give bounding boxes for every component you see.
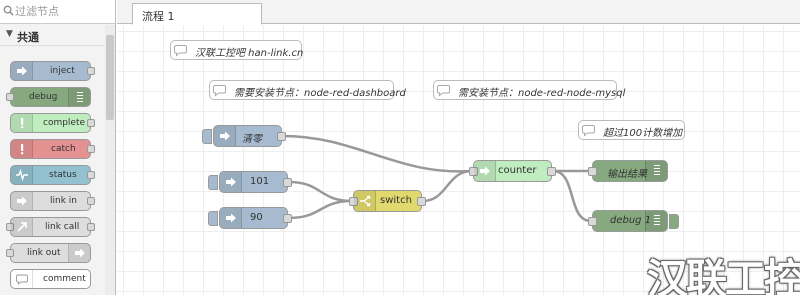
palette-node-label: link out — [27, 248, 61, 258]
inject-node-101[interactable]: 101 — [208, 171, 292, 193]
input-port[interactable] — [6, 249, 14, 257]
palette-node-status[interactable]: status — [10, 165, 95, 185]
comment-node[interactable]: 需安装节点：node-red-node-mysql — [433, 80, 625, 100]
debug-bars-icon — [645, 211, 667, 231]
palette-search-input[interactable] — [15, 3, 110, 20]
comment-icon — [437, 85, 450, 97]
palette-node-label: comment — [43, 274, 86, 284]
switch-node[interactable]: switch — [349, 190, 426, 212]
palette-node-catch[interactable]: catch — [10, 139, 95, 159]
input-port[interactable] — [588, 167, 597, 176]
link-icon — [68, 244, 90, 262]
node-label: 清零 — [242, 134, 262, 145]
palette-node-label: complete — [43, 118, 86, 128]
search-icon — [3, 5, 14, 16]
debug-node-1[interactable]: debug 1 — [588, 210, 679, 232]
debug-bars-icon — [68, 88, 90, 106]
switch-icon — [354, 191, 376, 211]
comment-icon — [174, 45, 187, 57]
output-port[interactable] — [417, 197, 426, 206]
palette-node-label: inject — [50, 66, 75, 76]
exclamation-icon — [11, 114, 33, 132]
node-label: 输出结果 — [607, 169, 647, 180]
comment-node[interactable]: 汉联工控吧 han-link.cn — [170, 40, 304, 60]
inject-trigger-button[interactable] — [208, 211, 218, 226]
input-port[interactable] — [6, 93, 14, 101]
node-label: counter — [498, 165, 537, 176]
arrow-right-icon — [474, 161, 496, 181]
category-label: 共通 — [17, 31, 39, 44]
debug-node-output[interactable]: 输出结果 — [588, 160, 668, 182]
node-label: 101 — [250, 176, 270, 187]
output-port[interactable] — [277, 132, 286, 141]
wire-90-switch — [288, 199, 353, 220]
output-port[interactable] — [87, 145, 95, 153]
palette-node-label: debug — [29, 92, 58, 102]
output-port[interactable] — [547, 167, 556, 176]
output-port[interactable] — [283, 178, 292, 187]
node-palette: ▼ 共通 inject debug complete — [0, 0, 116, 295]
workspace-tabs: 流程 1 — [117, 0, 800, 25]
palette-node-label: link in — [50, 196, 77, 206]
output-port[interactable] — [87, 223, 95, 231]
inject-trigger-button[interactable] — [202, 129, 212, 144]
palette-node-label: link call — [45, 222, 80, 232]
inject-node-reset[interactable]: 清零 — [202, 125, 286, 147]
debug-toggle-button[interactable] — [669, 214, 679, 229]
palette-node-label: catch — [51, 144, 76, 154]
chevron-down-icon: ▼ — [6, 29, 13, 39]
palette-node-inject[interactable]: inject — [10, 61, 95, 81]
wire-counter-debug — [552, 169, 592, 223]
output-port[interactable] — [87, 171, 95, 179]
comment-label: 需要安装节点：node-red-dashboard — [234, 88, 406, 99]
link-icon — [11, 192, 33, 210]
node-red-editor: ▼ 共通 inject debug complete — [0, 0, 800, 295]
exclamation-icon — [11, 140, 33, 158]
tab-flow-1[interactable]: 流程 1 — [132, 3, 262, 25]
comment-node[interactable]: 超过100计数增加 — [578, 120, 685, 140]
node-label: 90 — [250, 212, 263, 223]
counter-node[interactable]: counter — [469, 160, 556, 182]
palette-node-link-out[interactable]: link out — [6, 243, 91, 263]
output-port[interactable] — [87, 197, 95, 205]
inject-node-90[interactable]: 90 — [208, 207, 292, 229]
palette-node-label: status — [49, 170, 77, 180]
comment-label: 超过100计数增加 — [603, 128, 683, 139]
palette-node-complete[interactable]: complete — [10, 113, 95, 133]
comment-icon — [213, 85, 226, 97]
pulse-icon — [11, 166, 33, 184]
arrow-right-icon — [220, 172, 242, 192]
output-port[interactable] — [87, 119, 95, 127]
palette-scrollbar-thumb[interactable] — [106, 35, 114, 120]
watermark-logo: 汉联工控吧 — [647, 255, 800, 295]
palette-node-link-in[interactable]: link in — [10, 191, 95, 211]
wire-reset-counter — [282, 134, 473, 173]
comment-icon — [11, 270, 33, 288]
palette-search — [0, 0, 115, 24]
palette-node-link-call[interactable]: link call — [6, 217, 95, 237]
arrow-right-icon — [214, 126, 236, 146]
wire-switch-counter — [422, 169, 473, 203]
debug-bars-icon — [645, 161, 667, 181]
comment-node[interactable]: 需要安装节点：node-red-dashboard — [209, 80, 406, 100]
output-port[interactable] — [87, 67, 95, 75]
tab-label: 流程 1 — [142, 10, 175, 23]
node-label: switch — [380, 195, 412, 206]
palette-node-comment[interactable]: comment — [10, 269, 91, 289]
palette-scrollbar[interactable] — [105, 25, 115, 295]
arrow-right-icon — [11, 62, 33, 80]
comment-label: 汉联工控吧 han-link.cn — [195, 48, 304, 59]
inject-trigger-button[interactable] — [208, 175, 218, 190]
link-icon — [11, 218, 33, 236]
comment-label: 需安装节点：node-red-node-mysql — [458, 88, 626, 99]
input-port[interactable] — [588, 217, 597, 226]
arrow-right-icon — [220, 208, 242, 228]
wire-101-switch — [288, 180, 353, 203]
comment-icon — [582, 125, 595, 137]
palette-category-header[interactable]: ▼ 共通 — [0, 25, 104, 46]
output-port[interactable] — [283, 214, 292, 223]
palette-node-debug[interactable]: debug — [6, 87, 91, 107]
